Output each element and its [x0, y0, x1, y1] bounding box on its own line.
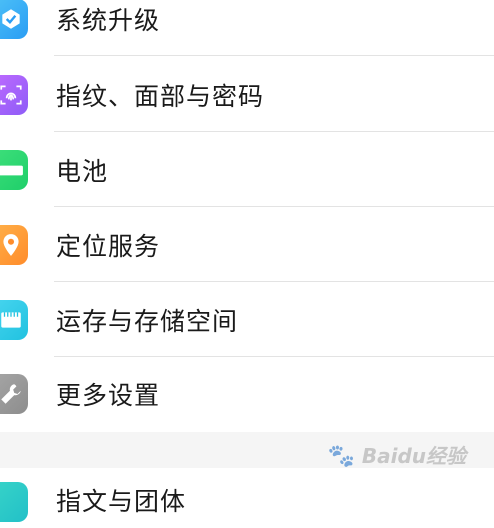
partially-visible-icon [0, 482, 28, 522]
location-pin-icon [0, 225, 28, 265]
settings-item-system-update[interactable]: 系统升级 [0, 0, 494, 56]
settings-list: 系统升级 指纹、面部与密码 电池 定位服务 运存与存储空间 更多设置 [0, 0, 494, 432]
settings-item-label: 指文与团体 [56, 487, 187, 516]
divider [54, 55, 494, 56]
divider [54, 206, 494, 207]
settings-item-more-settings[interactable]: 更多设置 [0, 357, 494, 431]
divider [54, 281, 494, 282]
settings-item-fingerprint-face-password[interactable]: 指纹、面部与密码 [0, 58, 494, 132]
settings-item-label: 更多设置 [56, 381, 161, 410]
settings-item-label: 运存与存储空间 [56, 307, 239, 336]
settings-item-location-services[interactable]: 定位服务 [0, 208, 494, 282]
settings-item-label: 电池 [56, 157, 109, 186]
watermark-text: Baidu经验 [361, 444, 466, 468]
settings-item-label: 定位服务 [56, 232, 161, 261]
fingerprint-icon [0, 75, 28, 115]
settings-item-battery[interactable]: 电池 [0, 133, 494, 207]
settings-item-memory-storage[interactable]: 运存与存储空间 [0, 283, 494, 357]
divider [54, 131, 494, 132]
wrench-icon [0, 374, 28, 414]
watermark: 🐾 Baidu经验 [327, 440, 466, 469]
settings-item-label: 系统升级 [56, 6, 161, 35]
settings-item-next[interactable]: 指文与团体 [0, 468, 494, 528]
paw-logo-icon: 🐾 [327, 444, 355, 469]
battery-icon [0, 150, 28, 190]
settings-item-label: 指纹、面部与密码 [56, 82, 265, 111]
memory-storage-icon [0, 300, 28, 340]
system-update-icon [0, 0, 28, 39]
